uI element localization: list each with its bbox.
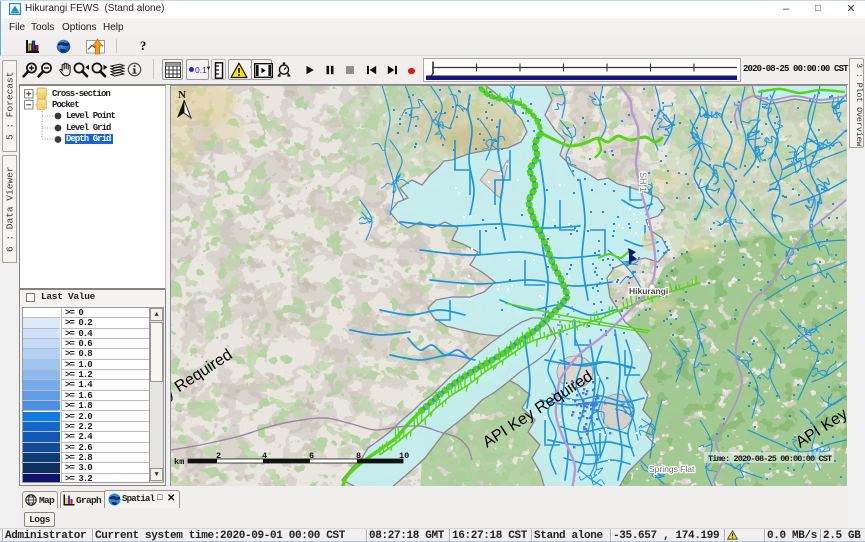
svg-text:SH 1: SH 1: [638, 172, 648, 192]
svg-text:km: km: [174, 457, 184, 467]
svg-text:N: N: [178, 89, 186, 101]
svg-text:Springs Flat: Springs Flat: [649, 464, 695, 474]
svg-text:Time: 2020-08-25 00:00:00 CST: Time: 2020-08-25 00:00:00 CST: [708, 454, 832, 464]
svg-text:Hikurangi: Hikurangi: [629, 286, 668, 296]
